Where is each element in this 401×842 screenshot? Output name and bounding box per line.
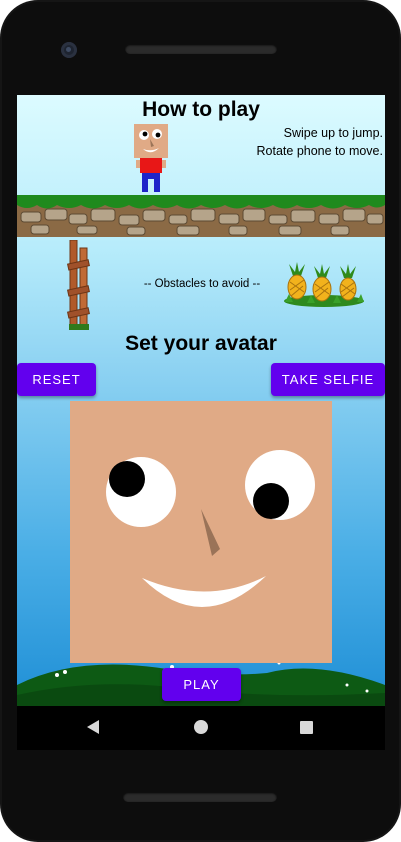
front-camera (61, 42, 77, 58)
avatar-face[interactable] (70, 401, 332, 663)
take-selfie-button[interactable]: TAKE SELFIE (271, 363, 385, 396)
recent-apps-square-icon[interactable] (300, 721, 313, 734)
bottom-speaker-grille (123, 792, 277, 802)
home-circle-icon[interactable] (194, 720, 208, 734)
reset-button[interactable]: RESET (17, 363, 96, 396)
instruction-jump: Swipe up to jump. (283, 126, 383, 140)
obstacles-label: -- Obstacles to avoid -- (143, 278, 261, 290)
how-to-play-title: How to play (142, 98, 260, 121)
set-avatar-title: Set your avatar (125, 332, 277, 355)
play-button[interactable]: PLAY (162, 668, 241, 701)
instruction-move: Rotate phone to move. (256, 144, 383, 158)
ground-strip (17, 195, 385, 237)
back-triangle-icon[interactable] (87, 720, 99, 734)
fence-obstacle (67, 240, 90, 330)
app-screen: How to play Swipe up to jump. Rotate pho… (17, 95, 385, 706)
phone-frame: How to play Swipe up to jump. Rotate pho… (0, 0, 401, 842)
player-character (134, 124, 168, 192)
top-speaker-grille (125, 44, 277, 54)
android-nav-bar (17, 706, 385, 750)
pineapples-obstacle (284, 262, 364, 307)
